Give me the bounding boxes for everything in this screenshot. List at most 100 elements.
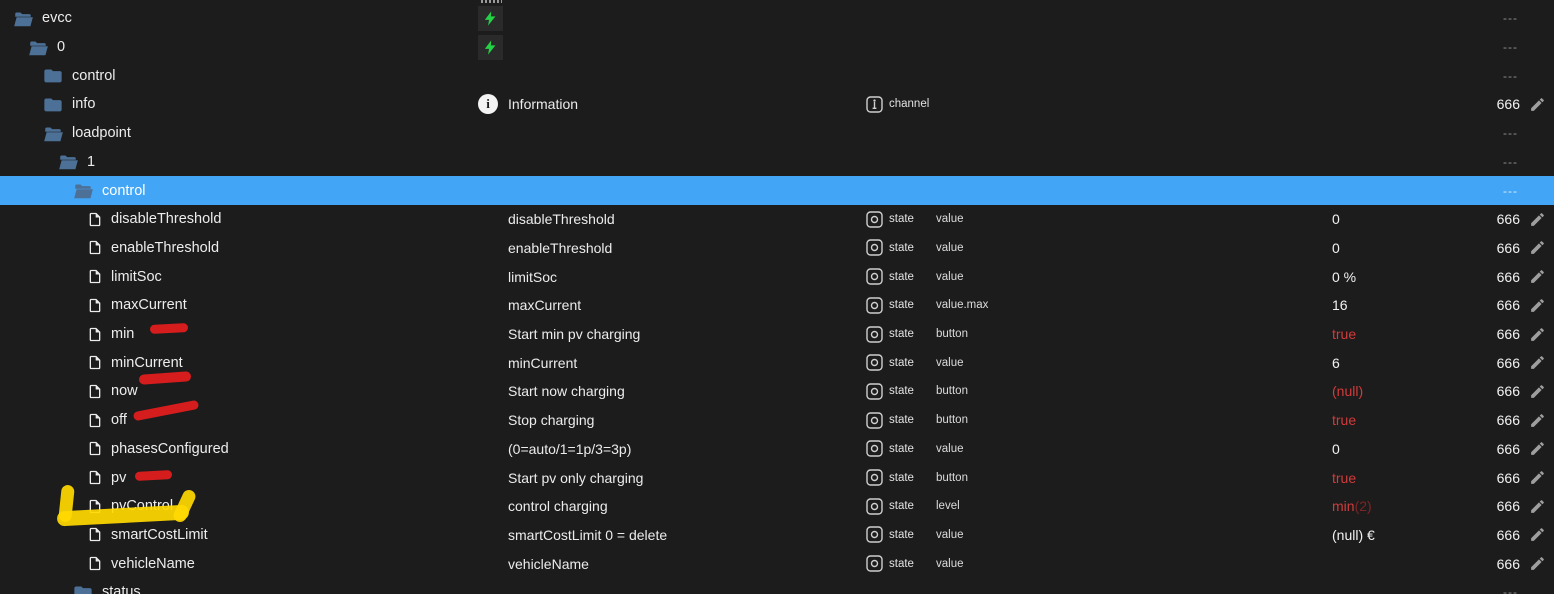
tree-row-vehicleName[interactable]: vehicleName i vehicleName	[0, 549, 1554, 578]
state-type-icon	[866, 325, 883, 343]
state-value[interactable]: 16	[1332, 291, 1348, 320]
state-value[interactable]: 6	[1332, 348, 1340, 377]
acl-value: 666	[1496, 96, 1520, 113]
state-type-icon	[866, 383, 883, 400]
tree-row-minCurrent[interactable]: minCurrent i minCurrent	[0, 348, 1554, 377]
object-description: Start min pv charging	[508, 326, 641, 343]
object-type-label: state	[889, 385, 914, 398]
edit-pencil-icon[interactable]	[1528, 435, 1546, 464]
folder-open-icon	[27, 38, 49, 57]
acl-value: 666	[1496, 498, 1520, 515]
state-role: button	[936, 328, 968, 341]
tree-row-now[interactable]: now i Start now charging	[0, 377, 1554, 406]
folder-open-icon	[42, 124, 64, 143]
tree-row-1[interactable]: 1 i	[0, 148, 1554, 177]
state-type-icon	[866, 440, 883, 458]
edit-pencil-icon[interactable]	[1528, 549, 1546, 578]
no-acl-dashes: ---	[1503, 126, 1518, 141]
file-icon	[87, 382, 103, 401]
state-type-icon	[866, 526, 883, 544]
no-acl-dashes: ---	[1503, 183, 1518, 198]
tree-row-pvControl[interactable]: pvControl i control charging	[0, 492, 1554, 521]
object-type-label: state	[889, 299, 914, 312]
state-value[interactable]: 0 %	[1332, 262, 1356, 291]
state-type-icon	[866, 411, 883, 429]
tree-row-control[interactable]: control i	[0, 176, 1554, 205]
state-value[interactable]: min (2)	[1332, 492, 1372, 521]
acl-value: 666	[1496, 526, 1520, 543]
file-icon	[87, 468, 103, 487]
tree-row-disableThreshold[interactable]: disableThreshold i disableThreshold	[0, 205, 1554, 234]
edit-pencil-icon[interactable]	[1528, 348, 1546, 377]
acl-value: 666	[1496, 326, 1520, 343]
object-name: now	[111, 383, 138, 400]
file-icon	[87, 267, 103, 286]
tree-row-off[interactable]: off i Stop charging	[0, 406, 1554, 435]
tree-row-control[interactable]: control i	[0, 61, 1554, 90]
edit-pencil-icon[interactable]	[1528, 377, 1546, 406]
edit-pencil-icon[interactable]	[1528, 463, 1546, 492]
object-name: pvControl	[111, 498, 174, 515]
no-acl-dashes: ---	[1503, 68, 1518, 83]
tree-row-loadpoint[interactable]: loadpoint i	[0, 119, 1554, 148]
tree-row-smartCostLimit[interactable]: smartCostLimit i smartCostLimit 0 = dele…	[0, 521, 1554, 550]
state-value[interactable]: 0	[1332, 234, 1340, 263]
object-name: min	[111, 326, 135, 343]
tree-row-evcc[interactable]: evcc i	[0, 4, 1554, 33]
tree-row-status[interactable]: status i	[0, 578, 1554, 594]
state-value[interactable]: true	[1332, 406, 1356, 435]
state-role: button	[936, 414, 968, 427]
edit-pencil-icon[interactable]	[1528, 406, 1546, 435]
state-type-icon	[866, 297, 883, 314]
object-description: control charging	[508, 498, 608, 515]
object-description: Start pv only charging	[508, 469, 644, 486]
tree-row-maxCurrent[interactable]: maxCurrent i maxCurrent	[0, 291, 1554, 320]
tree-row-phasesConfigured[interactable]: phasesConfigured i (0=auto/1=1p/3=3p)	[0, 435, 1554, 464]
tree-row-min[interactable]: min i Start min pv charging	[0, 320, 1554, 349]
edit-pencil-icon[interactable]	[1528, 291, 1546, 320]
acl-value: 666	[1496, 412, 1520, 429]
state-value[interactable]: (null)	[1332, 377, 1363, 406]
acl-value: 666	[1496, 239, 1520, 256]
tree-row-info[interactable]: info i Information channel 666	[0, 90, 1554, 119]
tree-row-0[interactable]: 0 i	[0, 33, 1554, 62]
edit-pencil-icon[interactable]	[1528, 320, 1546, 349]
acl-value: 666	[1496, 469, 1520, 486]
object-description: disableThreshold	[508, 211, 615, 228]
edit-pencil-icon[interactable]	[1528, 262, 1546, 291]
tree-row-pv[interactable]: pv i Start pv only charging	[0, 463, 1554, 492]
folder-open-icon	[72, 181, 94, 200]
edit-pencil-icon[interactable]	[1528, 205, 1546, 234]
state-value[interactable]: true	[1332, 320, 1356, 349]
state-type-icon	[866, 239, 883, 257]
edit-pencil-icon[interactable]	[1528, 521, 1546, 550]
file-icon	[87, 296, 103, 315]
state-role: value.max	[936, 299, 989, 312]
object-name: minCurrent	[111, 354, 183, 371]
tree-row-enableThreshold[interactable]: enableThreshold i enableThreshold	[0, 234, 1554, 263]
no-acl-dashes: ---	[1503, 585, 1518, 594]
edit-pencil-icon[interactable]	[1528, 492, 1546, 521]
edit-pencil-icon[interactable]	[1528, 90, 1546, 119]
object-type-label: state	[889, 557, 914, 570]
file-icon	[87, 325, 103, 344]
object-type-label: state	[889, 500, 914, 513]
state-value[interactable]: 0	[1332, 435, 1340, 464]
state-value[interactable]: true	[1332, 463, 1356, 492]
object-name: control	[102, 182, 146, 199]
object-type-label: state	[889, 241, 914, 254]
tree-row-limitSoc[interactable]: limitSoc i limitSoc	[0, 262, 1554, 291]
acl-value: 666	[1496, 440, 1520, 457]
object-name: disableThreshold	[111, 211, 222, 228]
state-role: value	[936, 356, 964, 369]
object-description: Information	[508, 96, 579, 113]
object-name: limitSoc	[111, 268, 162, 285]
folder-open-icon	[57, 152, 79, 171]
file-icon	[87, 210, 103, 229]
state-role: value	[936, 241, 964, 254]
no-acl-dashes: ---	[1503, 154, 1518, 169]
acl-value: 666	[1496, 555, 1520, 572]
state-value[interactable]: (null) €	[1332, 521, 1375, 550]
state-value[interactable]: 0	[1332, 205, 1340, 234]
edit-pencil-icon[interactable]	[1528, 234, 1546, 263]
